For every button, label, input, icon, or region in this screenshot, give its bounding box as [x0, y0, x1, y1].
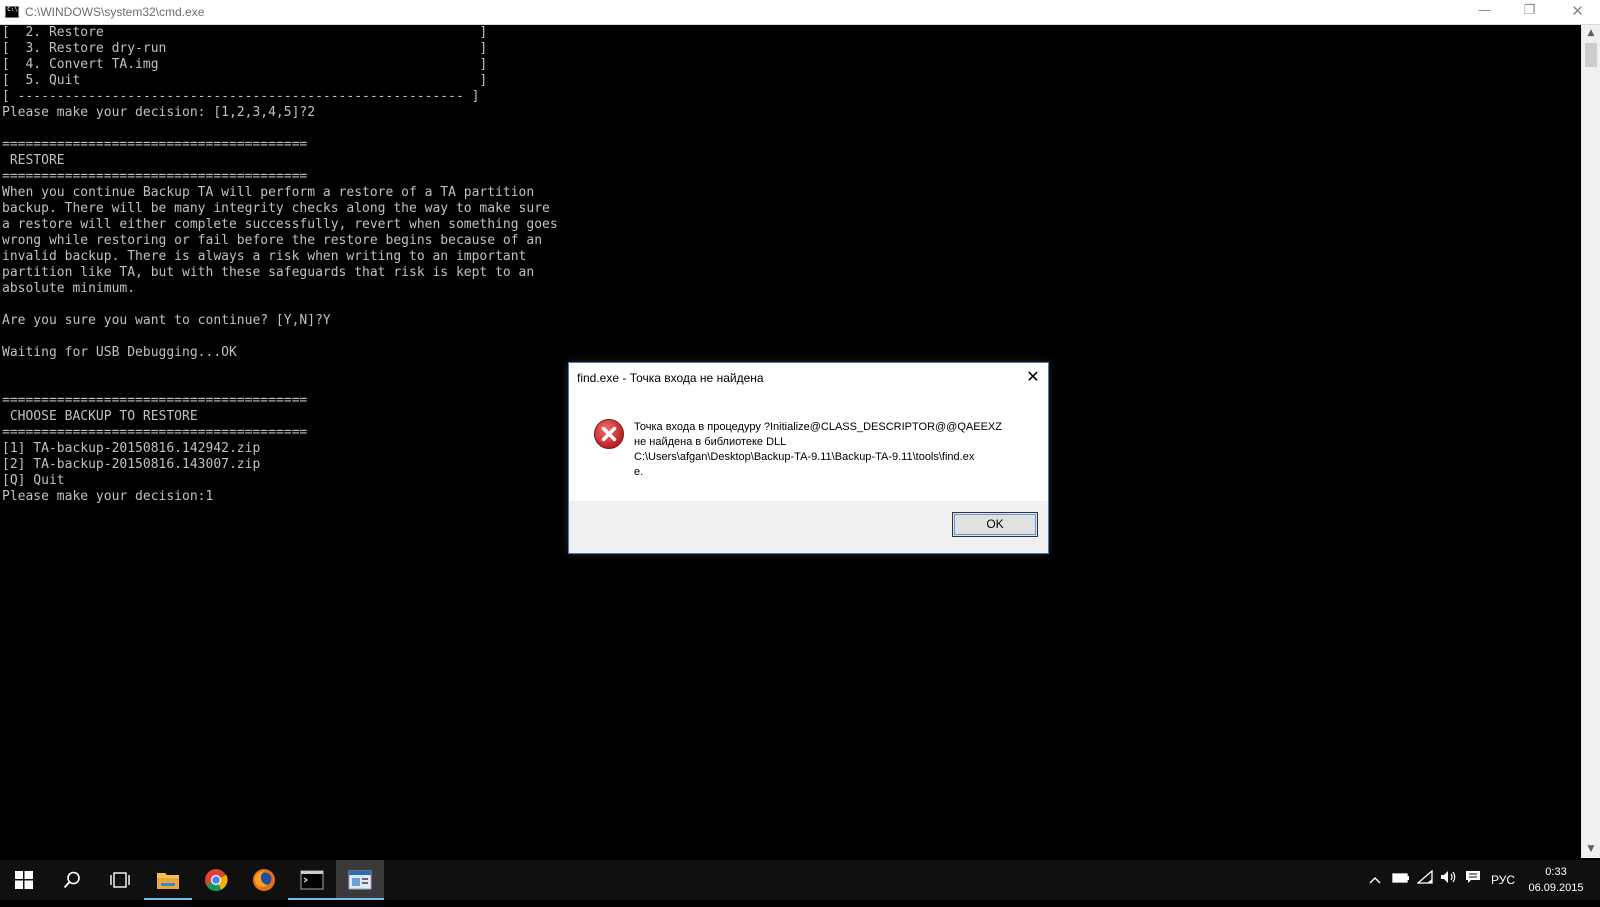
taskbar-chrome[interactable] — [192, 860, 240, 900]
console-line: [1] TA-backup-20150816.142942.zip — [2, 441, 261, 456]
speaker-icon — [1441, 871, 1456, 883]
console-line: backup. There will be many integrity che… — [2, 201, 550, 216]
console-line: When you continue Backup TA will perform… — [2, 185, 535, 200]
power-icon — [1392, 873, 1409, 883]
action-center-icon[interactable] — [1462, 860, 1484, 900]
scroll-down-arrow-icon[interactable]: ▼ — [1582, 841, 1600, 858]
dialog-title: find.exe - Точка входа не найдена — [577, 371, 764, 385]
taskbar: РУС 0:33 06.09.2015 — [0, 860, 1600, 900]
console-line: ======================================= — [2, 137, 308, 152]
folder-icon — [157, 873, 179, 889]
console-line: a restore will either complete successfu… — [2, 217, 558, 232]
chevron-up-icon — [1369, 877, 1381, 884]
chrome-icon — [205, 869, 228, 891]
taskbar-file-explorer[interactable] — [144, 860, 192, 900]
restore-button[interactable]: ❐ — [1507, 0, 1552, 24]
console-line: [2] TA-backup-20150816.143007.zip — [2, 457, 261, 472]
task-view-icon — [110, 872, 130, 888]
vertical-scrollbar[interactable]: ▲ ▼ — [1581, 25, 1600, 858]
cmd-app-icon — [5, 6, 19, 18]
console-line: RESTORE — [2, 153, 65, 168]
dialog-close-button[interactable]: ✕ — [1024, 367, 1042, 387]
scroll-up-arrow-icon[interactable]: ▲ — [1582, 25, 1600, 42]
console-line: Please make your decision: [1,2,3,4,5]?2 — [2, 105, 316, 120]
language-indicator[interactable]: РУС — [1488, 860, 1518, 900]
window-titlebar[interactable]: C:\WINDOWS\system32\cmd.exe — ❐ ✕ — [0, 0, 1600, 25]
taskbar-clock[interactable]: 0:33 06.09.2015 — [1525, 864, 1587, 896]
error-dialog: find.exe - Точка входа не найдена ✕ Точк… — [568, 362, 1049, 554]
console-line: CHOOSE BACKUP TO RESTORE — [2, 409, 198, 424]
console-line: ======================================= — [2, 425, 308, 440]
console-line: [ --------------------------------------… — [2, 89, 480, 104]
search-icon — [63, 871, 80, 889]
console-line: [ 2. Restore ] — [2, 25, 488, 40]
console-line: ======================================= — [2, 169, 308, 184]
wifi-icon — [1416, 869, 1433, 884]
taskbar-firefox[interactable] — [240, 860, 288, 900]
search-button[interactable] — [48, 860, 96, 900]
cmd-icon — [300, 870, 324, 890]
console-line: Please make your decision:1 — [2, 489, 214, 504]
console-line: [ 5. Quit ] — [2, 73, 488, 88]
console-line: [Q] Quit — [2, 473, 65, 488]
dialog-footer: OK — [569, 501, 1048, 553]
console-line: [ 3. Restore dry-run ] — [2, 41, 488, 56]
console-line: ======================================= — [2, 393, 308, 408]
minimize-button[interactable]: — — [1462, 0, 1507, 24]
window-title: C:\WINDOWS\system32\cmd.exe — [25, 5, 205, 19]
console-line: Waiting for USB Debugging...OK — [2, 345, 237, 360]
start-button[interactable] — [0, 860, 48, 900]
taskbar-app[interactable] — [336, 860, 384, 900]
windows-logo-icon — [15, 871, 33, 889]
battery-icon[interactable] — [1390, 860, 1412, 900]
task-view-button[interactable] — [96, 860, 144, 900]
firefox-icon — [253, 869, 275, 891]
clock-time: 0:33 — [1545, 866, 1567, 878]
dialog-message: Точка входа в процедуру ?Initialize@CLAS… — [634, 421, 1002, 478]
window-app-icon — [348, 870, 372, 890]
network-icon[interactable] — [1414, 860, 1436, 900]
console-line: [ 4. Convert TA.img ] — [2, 57, 488, 72]
close-button[interactable]: ✕ — [1555, 0, 1600, 24]
notification-icon — [1466, 871, 1480, 883]
scrollbar-thumb[interactable] — [1585, 43, 1597, 67]
show-hidden-icons-chevron-icon[interactable] — [1366, 860, 1384, 900]
console-line: Are you sure you want to continue? [Y,N]… — [2, 313, 331, 328]
clock-date: 06.09.2015 — [1528, 882, 1584, 894]
error-icon — [594, 419, 624, 449]
console-line: wrong while restoring or fail before the… — [2, 233, 543, 248]
volume-icon[interactable] — [1438, 860, 1460, 900]
console-line: invalid backup. There is always a risk w… — [2, 249, 527, 264]
ok-button[interactable]: OK — [952, 512, 1038, 537]
taskbar-cmd[interactable] — [288, 860, 336, 900]
console-line: absolute minimum. — [2, 281, 136, 296]
console-line: partition like TA, but with these safegu… — [2, 265, 535, 280]
